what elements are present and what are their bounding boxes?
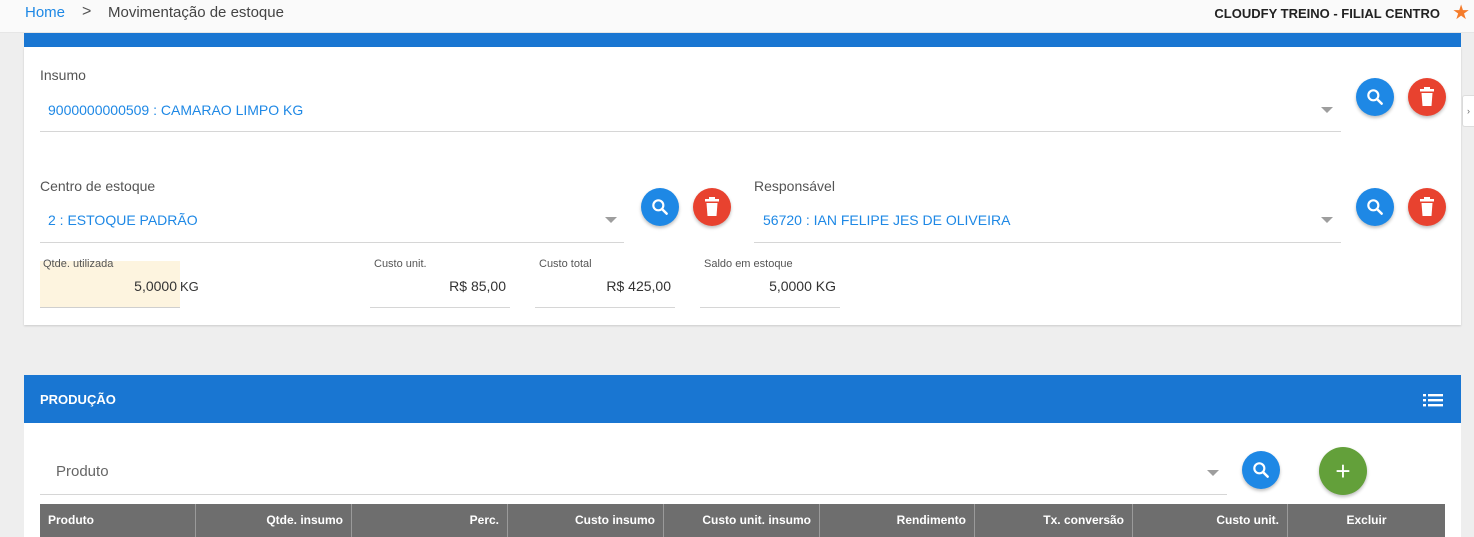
column-header[interactable]: Tx. conversão <box>975 504 1133 537</box>
insumo-underline <box>40 131 1341 132</box>
add-produto-button[interactable]: + <box>1319 447 1367 495</box>
qtd-underline <box>40 307 180 308</box>
centro-search-button[interactable] <box>641 188 679 226</box>
search-icon <box>1253 462 1269 478</box>
custo-total-label: Custo total <box>539 258 592 270</box>
responsavel-underline <box>754 242 1341 243</box>
custo-unit-value: R$ 85,00 <box>449 278 506 294</box>
trash-icon <box>1420 87 1434 106</box>
plus-icon: + <box>1335 456 1351 486</box>
custo-unit-label: Custo unit. <box>374 258 427 270</box>
responsavel-label: Responsável <box>754 178 835 194</box>
responsavel-delete-button[interactable] <box>1408 188 1446 226</box>
column-header[interactable]: Qtde. insumo <box>196 504 352 537</box>
producao-header: PRODUÇÃO <box>24 375 1461 423</box>
column-header[interactable]: Produto <box>40 504 196 537</box>
saldo-underline <box>700 307 840 308</box>
column-header[interactable]: Perc. <box>352 504 508 537</box>
caret-down-icon[interactable] <box>1321 107 1333 113</box>
centro-select[interactable]: 2 : ESTOQUE PADRÃO <box>48 212 198 228</box>
movement-form-card: Insumo 9000000000509 : CAMARAO LIMPO KG … <box>24 47 1461 325</box>
produto-select[interactable]: Produto <box>56 463 109 480</box>
custo-total-underline <box>535 307 675 308</box>
star-icon[interactable]: ★ <box>1452 1 1470 25</box>
caret-down-icon[interactable] <box>1321 217 1333 223</box>
insumo-select[interactable]: 9000000000509 : CAMARAO LIMPO KG <box>48 102 303 118</box>
insumo-search-button[interactable] <box>1356 78 1394 116</box>
producao-table-header: Produto Qtde. insumo Perc. Custo insumo … <box>40 504 1445 537</box>
company-name: CLOUDFY TREINO - FILIAL CENTRO <box>1214 6 1440 21</box>
breadcrumb-home-link[interactable]: Home <box>25 4 65 21</box>
centro-underline <box>40 242 624 243</box>
saldo-value: 5,0000 KG <box>769 278 836 294</box>
trash-icon <box>1420 197 1434 216</box>
custo-unit-underline <box>370 307 510 308</box>
column-header[interactable]: Rendimento <box>820 504 975 537</box>
side-panel-toggle[interactable]: › <box>1462 95 1474 127</box>
producao-card: Produto + Produto Qtde. insumo Perc. Cus… <box>24 423 1461 537</box>
caret-down-icon[interactable] <box>1207 470 1219 476</box>
producao-title: PRODUÇÃO <box>40 392 116 407</box>
insumo-label: Insumo <box>40 67 86 83</box>
centro-label: Centro de estoque <box>40 178 156 194</box>
search-icon <box>652 199 668 215</box>
qtd-label: Qtde. utilizada <box>43 258 114 270</box>
produto-search-button[interactable] <box>1242 451 1280 489</box>
responsavel-select[interactable]: 56720 : IAN FELIPE JES DE OLIVEIRA <box>763 212 1010 228</box>
column-header[interactable]: Custo unit. insumo <box>664 504 820 537</box>
card-header-strip <box>24 33 1461 47</box>
list-icon[interactable] <box>1422 391 1444 409</box>
chevron-right-icon: > <box>82 3 92 20</box>
insumo-delete-button[interactable] <box>1408 78 1446 116</box>
column-header[interactable]: Custo insumo <box>508 504 664 537</box>
column-header[interactable]: Excluir <box>1288 504 1445 537</box>
top-bar: Home > Movimentação de estoque CLOUDFY T… <box>0 0 1474 33</box>
responsavel-search-button[interactable] <box>1356 188 1394 226</box>
breadcrumb-current-page: Movimentação de estoque <box>108 4 284 21</box>
trash-icon <box>705 197 719 216</box>
custo-total-value: R$ 425,00 <box>606 278 671 294</box>
saldo-label: Saldo em estoque <box>704 258 793 270</box>
search-icon <box>1367 89 1383 105</box>
column-header[interactable]: Custo unit. <box>1133 504 1288 537</box>
qtd-unit: KG <box>180 279 199 294</box>
caret-down-icon[interactable] <box>605 217 617 223</box>
produto-underline <box>40 494 1227 495</box>
centro-delete-button[interactable] <box>693 188 731 226</box>
search-icon <box>1367 199 1383 215</box>
qtd-input[interactable]: 5,0000 <box>84 278 177 294</box>
